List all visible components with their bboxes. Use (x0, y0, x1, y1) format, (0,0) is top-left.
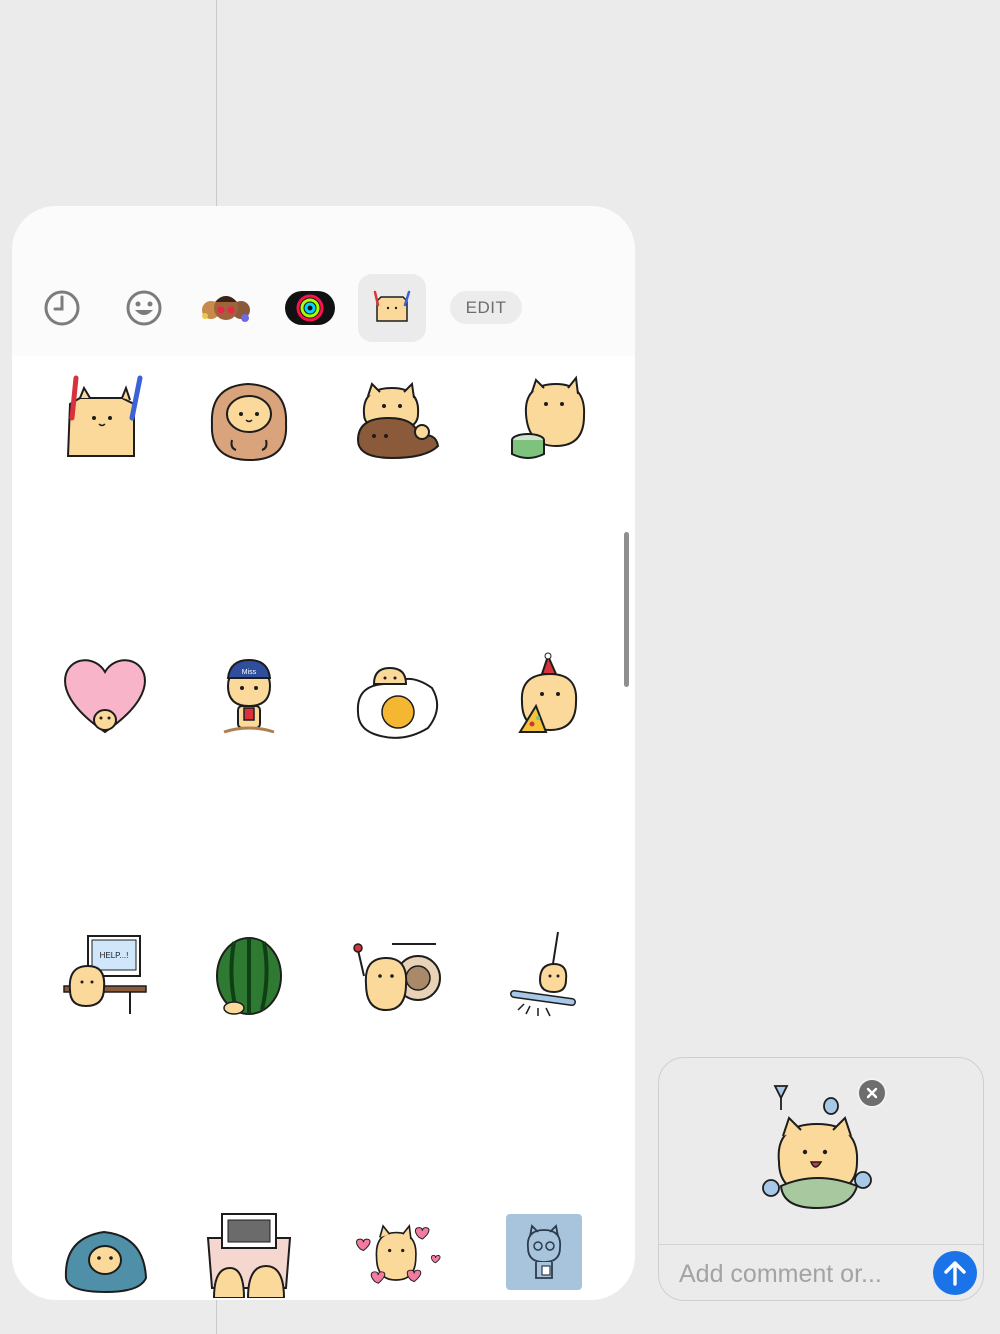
computer-help-text: HELP...! (100, 951, 129, 960)
activity-rings-icon (285, 291, 335, 325)
cat-sticker-pack-icon (373, 290, 411, 322)
cap-text: Miss (242, 669, 257, 676)
close-icon (866, 1087, 878, 1099)
tab-cat-stickers[interactable] (358, 274, 426, 342)
cat-swing-sticker[interactable] (506, 930, 596, 1020)
tab-activity[interactable] (276, 274, 344, 342)
sticker-tabs: EDIT (12, 206, 635, 356)
cat-with-heart-sticker[interactable] (60, 652, 150, 742)
cat-gong-sticker[interactable] (352, 930, 442, 1020)
send-button[interactable] (933, 1251, 977, 1295)
tab-recents[interactable] (28, 274, 96, 342)
cat-glasses-sticker[interactable] (506, 1214, 582, 1290)
arrow-up-icon (944, 1261, 966, 1286)
recent-clock-icon (44, 290, 80, 326)
tab-emoji[interactable] (110, 274, 178, 342)
cat-drumming-sticker[interactable] (506, 374, 596, 464)
cat-hearts-sticker[interactable] (352, 1208, 442, 1298)
remove-attachment-button[interactable] (857, 1078, 887, 1108)
cat-blanket-sticker[interactable] (60, 1208, 150, 1298)
edit-button[interactable]: EDIT (450, 291, 522, 324)
compose-box (658, 1057, 984, 1301)
watermelon-cat-sticker[interactable] (204, 930, 294, 1020)
cat-hugging-bear-sticker[interactable] (352, 374, 442, 464)
cat-with-cap-sticker[interactable]: Miss (204, 652, 294, 742)
tab-memoji[interactable] (192, 274, 260, 342)
sticker-picker-panel: EDIT Miss HELP...! (12, 206, 635, 1300)
compose-separator (659, 1244, 983, 1245)
cat-computer-help-sticker[interactable]: HELP...! (60, 930, 150, 1020)
cats-picture-frame-sticker[interactable] (204, 1208, 294, 1298)
cat-holding-sticks-sticker[interactable] (60, 374, 150, 464)
sticker-grid-scrollbar[interactable] (624, 532, 629, 687)
cat-party-pizza-sticker[interactable] (506, 652, 596, 742)
cat-on-egg-sticker[interactable] (352, 652, 442, 742)
memoji-faces-icon (202, 296, 250, 322)
sticker-grid: Miss HELP...! (12, 356, 635, 1300)
cat-hood-sticker[interactable] (204, 374, 294, 464)
emoji-smiley-icon (126, 290, 162, 326)
comment-input[interactable] (679, 1256, 929, 1292)
